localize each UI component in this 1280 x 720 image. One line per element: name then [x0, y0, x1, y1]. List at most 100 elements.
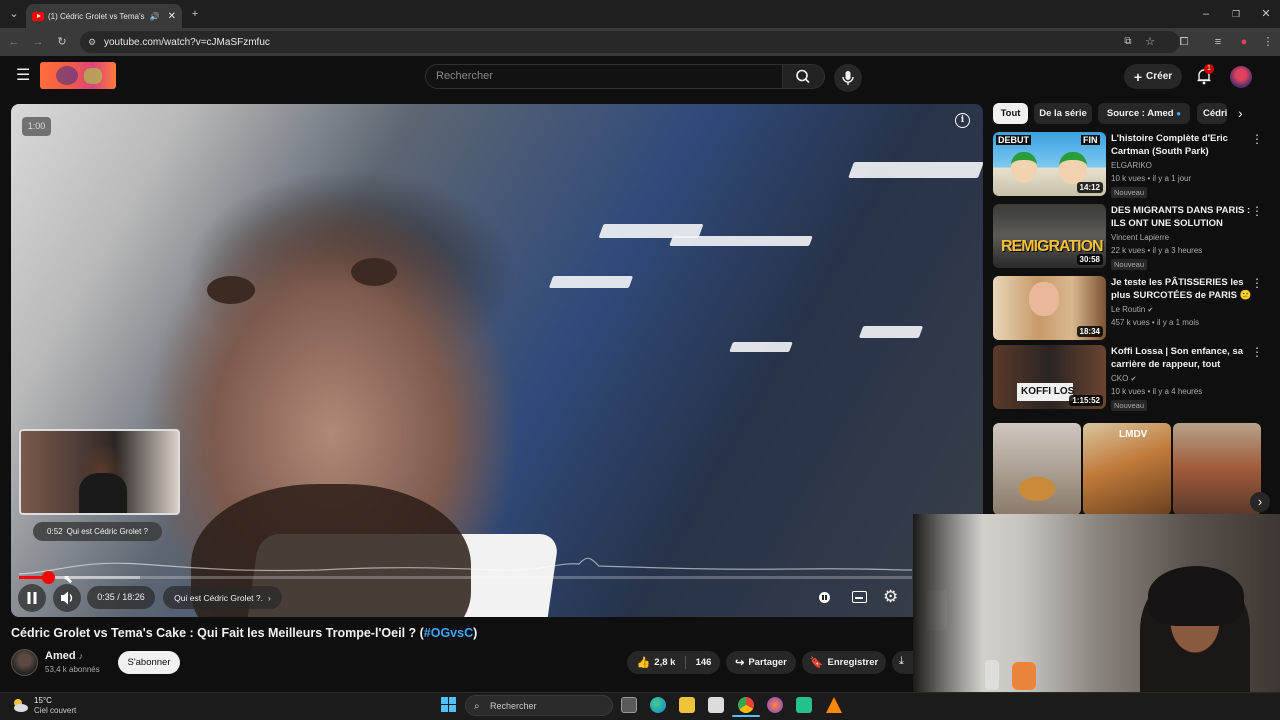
create-button[interactable]: + Créer [1124, 64, 1182, 89]
media-controls-icon[interactable]: ≡ [1210, 34, 1226, 50]
short-label: LMDV [1119, 429, 1148, 440]
browser-toolbar: ← → ↻ ⚙ youtube.com/watch?v=cJMaSFzmfuc … [0, 28, 1280, 56]
short-thumbnail[interactable]: LMDV [1083, 423, 1171, 515]
minimize-icon[interactable]: – [1198, 6, 1214, 22]
install-app-icon[interactable]: ⧉ [1120, 34, 1136, 50]
duration-badge: 18:34 [1076, 326, 1103, 337]
microsoft-store-icon[interactable] [708, 697, 724, 713]
close-window-icon[interactable]: ✕ [1258, 6, 1274, 22]
task-view-icon[interactable] [621, 697, 637, 713]
chip-all[interactable]: Tout [993, 103, 1028, 124]
more-options-icon[interactable]: ⋮ [1251, 205, 1263, 217]
like-count: 2,8 k [654, 657, 676, 668]
new-badge: Nouveau [1111, 400, 1148, 411]
tab-list-icon[interactable]: ⌄ [6, 6, 22, 22]
tab-title: (1) Cédric Grolet vs Tema's C [48, 11, 146, 21]
youtube-doodle-logo[interactable] [40, 62, 116, 89]
notifications-button[interactable]: 1 [1194, 64, 1214, 86]
voice-search-button[interactable] [834, 64, 862, 92]
windows-taskbar [0, 692, 1280, 720]
taskbar-search[interactable]: ⌕ Rechercher [465, 695, 613, 716]
site-info-icon[interactable]: ⚙ [84, 34, 100, 50]
comment-count-button[interactable]: 146 [687, 651, 720, 674]
recommendation-channel-text: CKO [1111, 374, 1129, 383]
progress-bar[interactable] [19, 576, 912, 579]
more-options-icon[interactable]: ⋮ [1251, 346, 1263, 358]
new-tab-icon[interactable]: + [187, 6, 203, 22]
thumb-figure [1011, 152, 1037, 182]
save-button[interactable]: 🔖 Enregistrer [802, 651, 886, 674]
profile-icon[interactable]: ● [1236, 34, 1252, 50]
account-avatar[interactable] [1230, 66, 1252, 88]
browser-tab[interactable]: (1) Cédric Grolet vs Tema's C 🔊 ✕ [26, 4, 182, 28]
short-thumbnail[interactable] [993, 423, 1081, 515]
chip-series[interactable]: De la série [1034, 103, 1092, 124]
recommendation-channel: ELGARIKO [1111, 161, 1152, 170]
cam-hair [1148, 566, 1244, 626]
settings-gear-icon[interactable]: ⚙ [883, 586, 898, 608]
shorts-next-chevron-icon[interactable]: › [1250, 492, 1270, 512]
extensions-icon[interactable]: ⧠ [1176, 34, 1192, 50]
subtitles-icon[interactable] [852, 591, 867, 603]
scene-light [848, 162, 983, 178]
back-icon[interactable]: ← [6, 34, 22, 50]
share-arrow-icon: ↪ [735, 657, 745, 669]
search-button[interactable] [783, 64, 825, 89]
file-explorer-icon[interactable] [679, 697, 695, 713]
recommendation-item[interactable]: REMIGRATION 30:58 DES MIGRANTS DANS PARI… [993, 204, 1268, 270]
taskbar-search-icon: ⌕ [474, 701, 480, 712]
edge-browser-icon[interactable] [650, 697, 666, 713]
more-options-icon[interactable]: ⋮ [1251, 133, 1263, 145]
chapter-button[interactable]: Qui est Cédric Grolet ?. › [163, 586, 282, 609]
windows-start-icon[interactable] [441, 697, 457, 713]
firefox-browser-icon[interactable] [767, 697, 783, 713]
reload-icon[interactable]: ↻ [54, 34, 70, 50]
pause-button[interactable] [18, 584, 46, 612]
short-thumbnail[interactable] [1173, 423, 1261, 515]
chrome-menu-icon[interactable]: ⋮ [1260, 34, 1276, 50]
volume-button[interactable] [53, 584, 81, 612]
weather-description[interactable]: Ciel couvert [34, 706, 76, 715]
bookmark-star-icon[interactable]: ☆ [1142, 34, 1158, 50]
new-badge: Nouveau [1111, 187, 1148, 198]
video-player[interactable] [11, 104, 983, 617]
scrubber-handle[interactable] [41, 571, 55, 584]
recommendation-item[interactable]: KOFFI LOS 1:15:52 Koffi Lossa | Son enfa… [993, 345, 1268, 411]
like-divider [685, 656, 686, 669]
new-badge: Nouveau [1111, 259, 1148, 270]
like-button[interactable]: 👍 2,8 k [627, 651, 685, 674]
thumb-figure [1029, 282, 1059, 316]
microphone-icon [842, 71, 854, 85]
chip-source[interactable]: Source : Amed ● [1098, 103, 1190, 124]
subscribe-button[interactable]: S'abonner [118, 651, 180, 674]
url-text: youtube.com/watch?v=cJMaSFzmfuc [104, 36, 270, 48]
channel-name-text: Amed [45, 650, 76, 662]
recommendation-item[interactable]: DEBUT FIN 14:12 L'histoire Complète d'Er… [993, 132, 1268, 198]
youtube-favicon-icon [32, 11, 44, 21]
more-options-icon[interactable]: ⋮ [1251, 277, 1263, 289]
address-bar[interactable]: ⚙ youtube.com/watch?v=cJMaSFzmfuc ⧉ ☆ [80, 31, 1180, 53]
chrome-browser-icon[interactable] [738, 697, 754, 713]
channel-name[interactable]: Amed ♪ [45, 650, 83, 662]
maximize-icon[interactable]: ❐ [1228, 6, 1244, 22]
speaker-icon[interactable]: 🔊 [150, 12, 160, 21]
messaging-app-icon[interactable] [796, 697, 812, 713]
close-tab-icon[interactable]: ✕ [168, 11, 176, 22]
channel-avatar[interactable] [11, 649, 38, 676]
vlc-media-player-icon[interactable] [826, 697, 842, 713]
autoplay-toggle-icon[interactable] [819, 592, 830, 603]
info-icon[interactable]: i [955, 113, 970, 128]
recommendation-item[interactable]: 18:34 Je teste les PÂTISSERIES les plus … [993, 276, 1268, 342]
forward-icon[interactable]: → [30, 34, 46, 50]
chip-cedric[interactable]: Cédric [1197, 103, 1227, 124]
hashtag-link[interactable]: #OGvsC [424, 626, 473, 640]
menu-hamburger-icon[interactable]: ☰ [16, 68, 30, 84]
share-button[interactable]: ↪ Partager [726, 651, 796, 674]
weather-temperature[interactable]: 15°C [34, 696, 52, 705]
video-thumbnail: DEBUT FIN 14:12 [993, 132, 1106, 196]
notification-count-badge: 1 [1204, 64, 1214, 74]
search-input[interactable]: Rechercher [425, 64, 783, 89]
cloudy-weather-icon[interactable] [10, 697, 30, 713]
chips-next-chevron-icon[interactable]: › [1238, 105, 1243, 121]
pause-icon [27, 592, 37, 604]
